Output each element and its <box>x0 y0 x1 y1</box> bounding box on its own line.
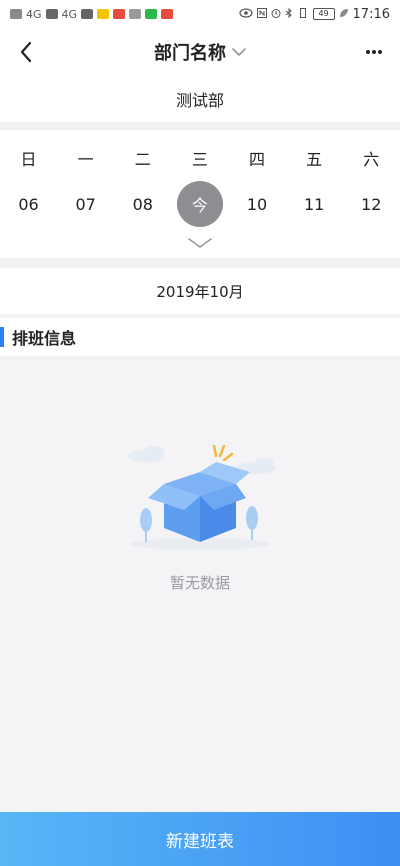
empty-box-icon <box>128 444 276 550</box>
chevron-left-icon <box>20 41 32 63</box>
app-icon-red <box>161 9 174 19</box>
weekday-label: 一 <box>77 150 94 169</box>
weekday-label: 六 <box>363 150 380 169</box>
expand-calendar-button[interactable] <box>186 235 214 251</box>
app-icon-green <box>145 9 158 19</box>
chevron-down-icon <box>188 238 212 248</box>
month-label: 2019年10月 <box>156 282 244 301</box>
section-accent-bar <box>0 327 4 347</box>
back-button[interactable] <box>12 36 40 68</box>
date-cell[interactable]: 08 <box>114 181 171 227</box>
date-cell-today[interactable]: 今 <box>171 181 228 227</box>
nav-bar: 部门名称 <box>0 28 400 76</box>
date-cell[interactable]: 12 <box>343 181 400 227</box>
app-icon-yellow <box>97 9 110 19</box>
alarm-icon <box>271 7 281 21</box>
page-title: 部门名称 <box>154 43 226 64</box>
status-left: 4G 4G <box>10 7 174 21</box>
weekday-label: 二 <box>134 150 151 169</box>
app-icon-gray <box>129 9 142 19</box>
date-cell[interactable]: 07 <box>57 181 114 227</box>
network-label-b: 4G <box>61 7 78 21</box>
schedule-empty-state: 暂无数据 <box>0 360 400 812</box>
new-schedule-label: 新建班表 <box>166 831 234 852</box>
date-row: 06 07 08 今 10 11 12 <box>0 181 400 227</box>
chevron-down-icon <box>232 48 246 56</box>
weekday-label: 五 <box>306 150 323 169</box>
more-button[interactable] <box>360 38 388 66</box>
status-right: 49 17:16 <box>238 6 390 22</box>
department-name-row[interactable]: 测试部 <box>0 76 400 122</box>
date-cell[interactable]: 06 <box>0 181 57 227</box>
app-icon-weibo <box>113 9 126 19</box>
nfc-icon <box>256 7 267 21</box>
status-bar: 4G 4G 49 17:16 <box>0 0 400 28</box>
empty-message: 暂无数据 <box>169 574 230 592</box>
battery-indicator: 49 <box>312 8 335 20</box>
leaf-icon <box>339 7 349 21</box>
section-title: 排班信息 <box>12 329 77 348</box>
clock: 17:16 <box>352 6 390 22</box>
department-name: 测试部 <box>175 91 224 110</box>
hd-icon <box>10 9 22 19</box>
bluetooth-icon <box>285 7 293 21</box>
signal-icon <box>45 9 58 19</box>
today-marker: 今 <box>176 181 223 227</box>
date-cell[interactable]: 10 <box>229 181 286 227</box>
week-calendar: 日 一 二 三 四 五 六 06 07 08 今 10 11 12 <box>0 130 400 258</box>
department-selector[interactable]: 部门名称 <box>154 39 246 65</box>
more-dots-icon <box>366 50 382 54</box>
weekday-label: 三 <box>191 150 208 169</box>
eye-icon <box>238 7 253 21</box>
weekday-header: 日 一 二 三 四 五 六 <box>0 146 400 170</box>
signal-icon <box>81 9 94 19</box>
month-label-row: 2019年10月 <box>0 268 400 314</box>
vibrate-icon <box>297 7 309 21</box>
date-cell[interactable]: 11 <box>286 181 343 227</box>
weekday-label: 日 <box>20 150 37 169</box>
new-schedule-button[interactable]: 新建班表 <box>0 812 400 866</box>
weekday-label: 四 <box>249 150 266 169</box>
network-label-a: 4G <box>26 7 42 21</box>
schedule-section-header: 排班信息 <box>0 318 400 356</box>
